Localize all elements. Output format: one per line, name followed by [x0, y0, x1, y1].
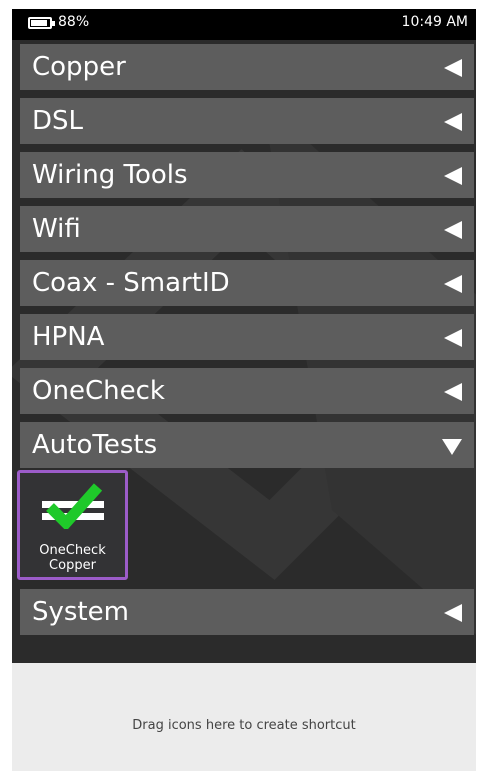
tile-label-line1: OneCheck	[39, 543, 106, 558]
menu-item-dsl[interactable]: DSL	[20, 98, 474, 144]
device-screen: 88% 10:49 AM Copper DSL Wiring Tools Wif…	[12, 9, 476, 771]
menu-item-label: Wiring Tools	[32, 160, 188, 190]
menu-item-hpna[interactable]: HPNA	[20, 314, 474, 360]
menu-item-copper[interactable]: Copper	[20, 44, 474, 90]
menu-item-onecheck[interactable]: OneCheck	[20, 368, 474, 414]
battery-percent: 88%	[58, 14, 90, 30]
menu-item-label: Copper	[32, 52, 126, 82]
menu-item-label: HPNA	[32, 322, 105, 352]
battery-icon	[28, 17, 55, 29]
tile-label-line2: Copper	[49, 558, 96, 573]
collapse-arrow-icon	[444, 167, 462, 185]
menu-item-label: System	[32, 597, 129, 627]
menu-item-label: Wifi	[32, 214, 81, 244]
menu-item-system[interactable]: System	[20, 589, 474, 635]
collapse-arrow-icon	[444, 383, 462, 401]
main-menu: Copper DSL Wiring Tools Wifi Coax - Smar…	[12, 40, 476, 663]
collapse-arrow-icon	[444, 329, 462, 347]
menu-item-label: DSL	[32, 106, 84, 136]
collapse-arrow-icon	[444, 113, 462, 131]
checkmark-icon	[42, 483, 104, 529]
menu-item-autotests[interactable]: AutoTests	[20, 422, 474, 468]
onecheck-copper-tile[interactable]: OneCheck Copper	[17, 470, 128, 580]
shortcut-dropzone[interactable]: Drag icons here to create shortcut	[12, 663, 476, 771]
collapse-arrow-icon	[444, 275, 462, 293]
collapse-arrow-icon	[444, 59, 462, 77]
menu-item-wifi[interactable]: Wifi	[20, 206, 474, 252]
menu-item-coax-smartid[interactable]: Coax - SmartID	[20, 260, 474, 306]
menu-item-label: Coax - SmartID	[32, 268, 230, 298]
collapse-arrow-icon	[444, 604, 462, 622]
clock: 10:49 AM	[401, 14, 468, 30]
dropzone-hint: Drag icons here to create shortcut	[132, 718, 356, 733]
menu-item-label: OneCheck	[32, 376, 165, 406]
status-bar: 88% 10:49 AM	[12, 9, 476, 40]
collapse-arrow-icon	[444, 221, 462, 239]
menu-item-wiring-tools[interactable]: Wiring Tools	[20, 152, 474, 198]
expand-arrow-icon	[442, 439, 462, 455]
tile-label: OneCheck Copper	[20, 543, 125, 573]
menu-item-label: AutoTests	[32, 430, 158, 460]
